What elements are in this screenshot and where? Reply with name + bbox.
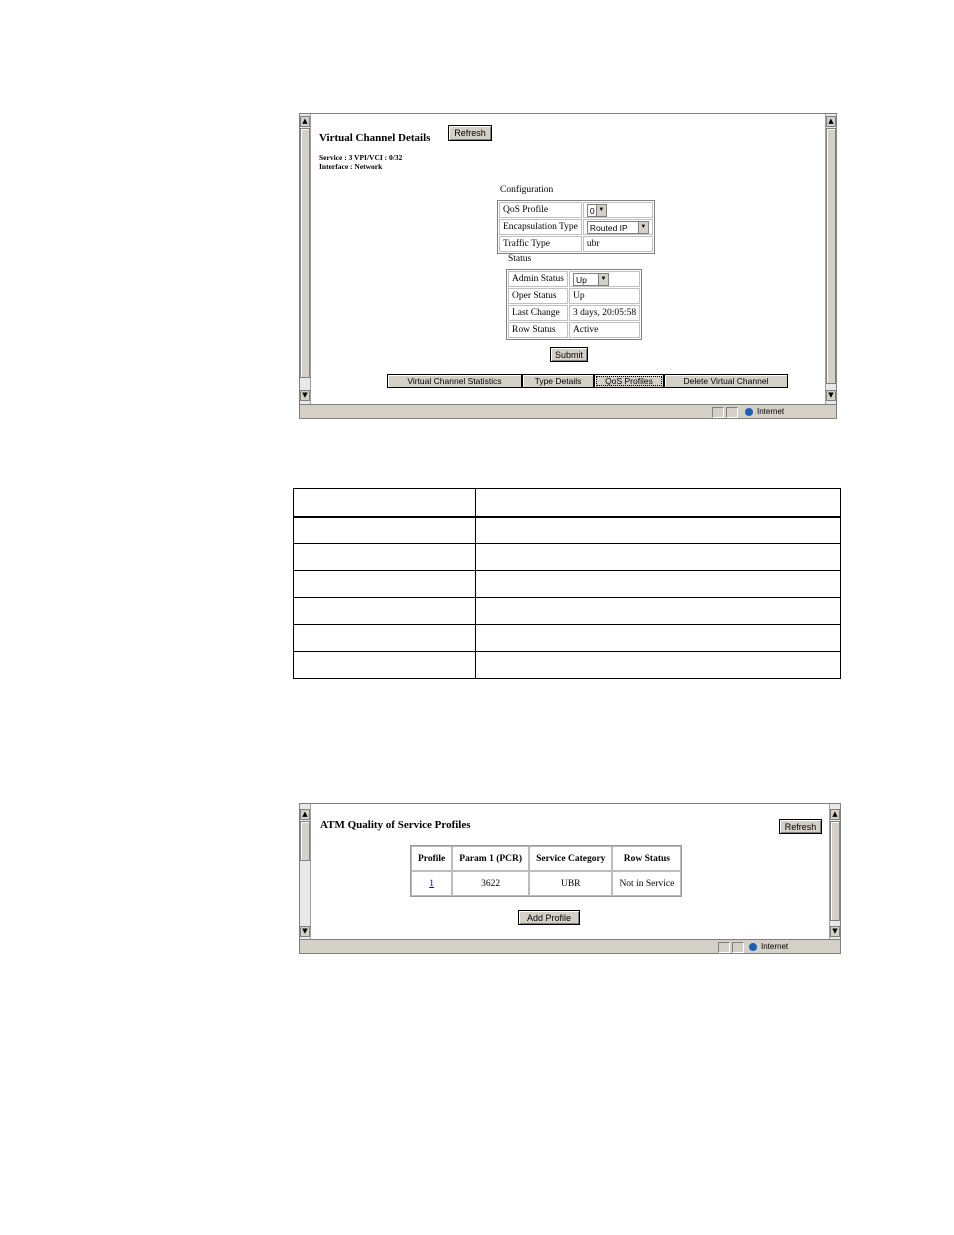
- scroll-thumb[interactable]: [830, 821, 840, 921]
- qos-profiles-table: Profile Param 1 (PCR) Service Category R…: [410, 845, 683, 897]
- refresh-button[interactable]: Refresh: [779, 819, 822, 834]
- scroll-up-icon[interactable]: ▲: [830, 809, 840, 820]
- chevron-down-icon: ▼: [637, 221, 648, 233]
- table-row: Oper Status Up: [508, 288, 641, 304]
- left-scrollbar[interactable]: ▲ ▼: [300, 114, 311, 404]
- table-header-row: Profile Param 1 (PCR) Service Category R…: [411, 846, 682, 871]
- last-change-value: 3 days, 20:05:58: [569, 305, 641, 321]
- row-status-value: Active: [569, 322, 641, 338]
- table-row: 1 3622 UBR Not in Service: [411, 871, 682, 896]
- scroll-down-icon[interactable]: ▼: [300, 926, 310, 937]
- scroll-up-icon[interactable]: ▲: [300, 116, 310, 127]
- service-line: Service : 3 VPI/VCI : 0/32: [319, 153, 403, 162]
- last-change-label: Last Change: [508, 305, 568, 321]
- encapsulation-type-cell: Routed IP ▼: [582, 219, 653, 235]
- table-row: [293, 651, 841, 679]
- scroll-thumb[interactable]: [300, 128, 310, 378]
- tab-qos-profiles[interactable]: QoS Profiles: [594, 374, 664, 388]
- virtual-channel-window: ▲ ▼ ▲ ▼ Virtual Channel Details Refresh …: [299, 113, 837, 419]
- table-row: Traffic Type ubr: [499, 236, 653, 252]
- table-row: Last Change 3 days, 20:05:58: [508, 305, 641, 321]
- status-bar: Internet: [300, 404, 836, 418]
- chevron-down-icon: ▼: [595, 204, 606, 216]
- admin-status-select[interactable]: Up ▼: [573, 272, 609, 286]
- row-status-cell: Not in Service: [612, 871, 682, 896]
- param1-cell: 3622: [452, 871, 530, 896]
- refresh-button[interactable]: Refresh: [448, 125, 492, 141]
- scroll-down-icon[interactable]: ▼: [830, 926, 840, 937]
- status-table: Admin Status Up ▼ Oper Status Up Last Ch…: [506, 269, 643, 340]
- page-title: ATM Quality of Service Profiles: [320, 819, 471, 831]
- column-header-row-status: Row Status: [612, 846, 682, 871]
- scroll-thumb[interactable]: [300, 821, 310, 861]
- table-row: Admin Status Up ▼: [508, 271, 641, 287]
- row-status-label: Row Status: [508, 322, 568, 338]
- configuration-heading: Configuration: [500, 185, 554, 195]
- right-scrollbar[interactable]: ▲ ▼: [825, 114, 836, 404]
- add-profile-button[interactable]: Add Profile: [518, 910, 580, 925]
- zone-label: Internet: [761, 942, 789, 951]
- admin-status-label: Admin Status: [508, 271, 568, 287]
- column-header-profile: Profile: [411, 846, 453, 871]
- table-row: [293, 543, 841, 571]
- profile-link[interactable]: 1: [429, 879, 434, 889]
- tab-virtual-channel-statistics[interactable]: Virtual Channel Statistics: [387, 374, 522, 388]
- traffic-type-label: Traffic Type: [499, 236, 582, 252]
- qos-profile-label: QoS Profile: [499, 202, 582, 218]
- zone-label: Internet: [757, 407, 785, 416]
- configuration-table: QoS Profile 0 ▼ Encapsulation Type Route…: [497, 200, 655, 254]
- qos-profile-cell: 0 ▼: [582, 202, 653, 218]
- qos-profiles-window: ▲ ▼ ▲ ▼ ATM Quality of Service Profiles …: [299, 803, 841, 954]
- scroll-down-icon[interactable]: ▼: [826, 390, 836, 401]
- encapsulation-type-select[interactable]: Routed IP ▼: [586, 220, 649, 234]
- table-row: [293, 597, 841, 625]
- left-scrollbar[interactable]: ▲ ▼: [300, 804, 311, 939]
- status-bar: Internet: [300, 939, 840, 953]
- column-header-service-category: Service Category: [529, 846, 613, 871]
- column-header-param1: Param 1 (PCR): [452, 846, 530, 871]
- tab-type-details[interactable]: Type Details: [522, 374, 594, 388]
- scroll-up-icon[interactable]: ▲: [300, 809, 310, 820]
- document-table: [293, 488, 841, 679]
- tab-delete-virtual-channel[interactable]: Delete Virtual Channel: [664, 374, 788, 388]
- qos-profile-select[interactable]: 0 ▼: [586, 203, 607, 217]
- encapsulation-type-label: Encapsulation Type: [499, 219, 582, 235]
- table-row: Encapsulation Type Routed IP ▼: [499, 219, 653, 235]
- scroll-up-icon[interactable]: ▲: [826, 116, 836, 127]
- submit-button[interactable]: Submit: [550, 347, 588, 362]
- status-heading: Status: [508, 254, 532, 264]
- table-row: [293, 624, 841, 652]
- oper-status-value: Up: [569, 288, 641, 304]
- globe-icon: [749, 943, 757, 951]
- chevron-down-icon: ▼: [598, 273, 608, 285]
- scroll-down-icon[interactable]: ▼: [300, 390, 310, 401]
- table-header-row: [293, 488, 841, 518]
- admin-status-cell: Up ▼: [569, 271, 641, 287]
- profile-cell: 1: [411, 871, 453, 896]
- globe-icon: [745, 408, 753, 416]
- interface-line: Interface : Network: [319, 162, 383, 171]
- table-row: [293, 516, 841, 544]
- page-title: Virtual Channel Details: [319, 132, 431, 144]
- right-scrollbar[interactable]: ▲ ▼: [829, 804, 840, 939]
- table-row: QoS Profile 0 ▼: [499, 202, 653, 218]
- traffic-type-value: ubr: [582, 236, 653, 252]
- oper-status-label: Oper Status: [508, 288, 568, 304]
- service-category-cell: UBR: [529, 871, 613, 896]
- scroll-thumb[interactable]: [826, 128, 836, 384]
- table-row: [293, 570, 841, 598]
- table-row: Row Status Active: [508, 322, 641, 338]
